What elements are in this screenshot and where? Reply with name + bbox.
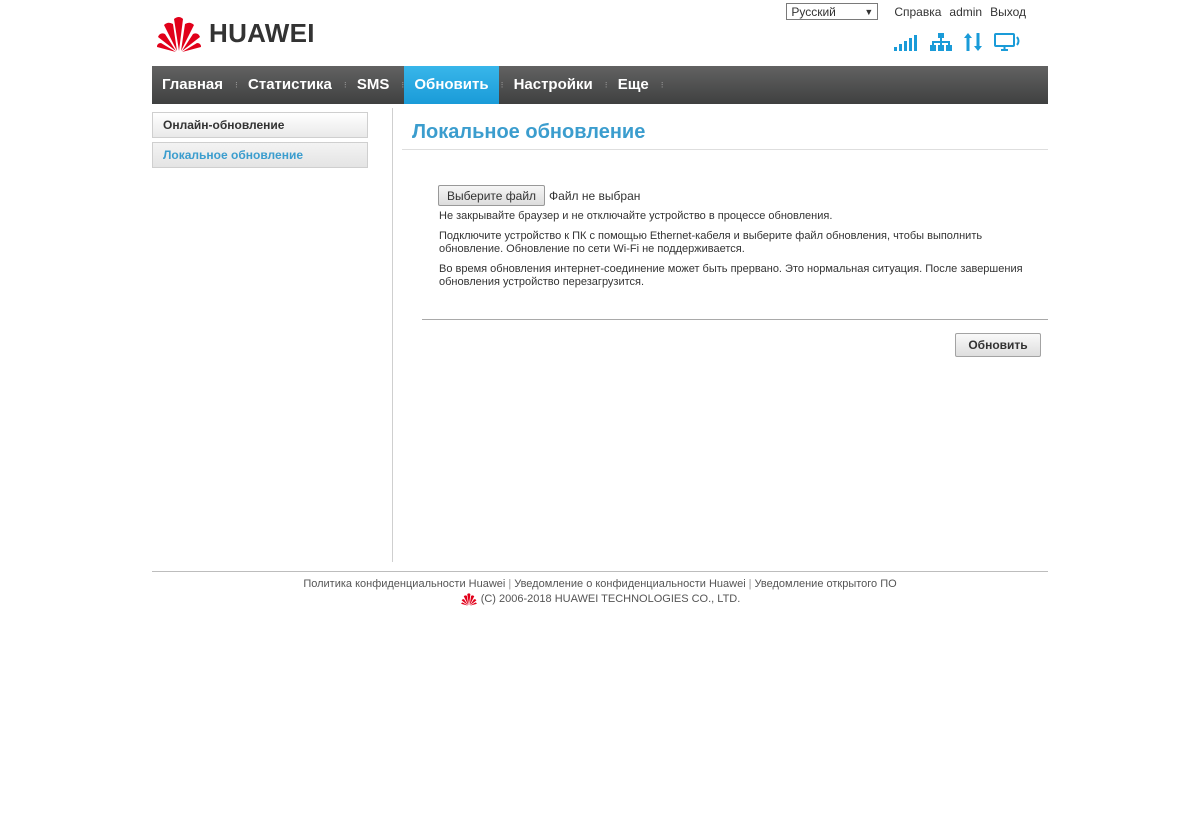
signal-strength-icon[interactable] (894, 35, 918, 51)
nav-item-more[interactable]: Еще (608, 66, 659, 104)
sidebar-item-online-update[interactable]: Онлайн-обновление (152, 112, 368, 138)
pc-connection-icon[interactable] (994, 33, 1022, 51)
user-link[interactable]: admin (949, 5, 982, 19)
note-text: Во время обновления интернет-соединение … (439, 263, 1023, 288)
page-wrapper: HUAWEI Русский ▼ Справка admin Выход Гла… (152, 0, 1048, 606)
footer-separator: | (748, 578, 752, 590)
main-nav: Главная ⁝ Статистика ⁝ SMS ⁝ Обновить ⁝ … (152, 66, 1048, 104)
main-content: Локальное обновление Выберите файл Файл … (402, 112, 1048, 357)
huawei-logo: HUAWEI (156, 12, 315, 54)
ethernet-icon[interactable] (930, 33, 952, 51)
nav-separator: ⁝ (660, 80, 664, 90)
status-icons (894, 33, 1022, 51)
nav-item-statistics[interactable]: Статистика (238, 66, 342, 104)
copyright-text: (C) 2006-2018 HUAWEI TECHNOLOGIES CO., L… (480, 593, 741, 605)
top-links: Русский ▼ Справка admin Выход (786, 3, 1026, 20)
copyright: (C) 2006-2018 HUAWEI TECHNOLOGIES CO., L… (152, 592, 1048, 606)
huawei-flower-icon (157, 17, 201, 52)
chevron-down-icon: ▼ (864, 6, 874, 17)
header: HUAWEI Русский ▼ Справка admin Выход (152, 0, 1048, 66)
footer-divider (152, 571, 1048, 572)
nav-item-sms[interactable]: SMS (347, 66, 400, 104)
file-chooser: Выберите файл Файл не выбран (438, 185, 640, 206)
footer-links: Политика конфиденциальности Huawei | Уведо… (152, 578, 1048, 590)
logo-text: HUAWEI (209, 17, 315, 48)
privacy-notice-link[interactable]: Уведомление о конфиденциальности Huawei (514, 578, 745, 590)
open-source-notice-link[interactable]: Уведомление открытого ПО (755, 578, 897, 590)
footer-separator: | (508, 578, 512, 590)
help-link[interactable]: Справка (894, 5, 941, 19)
note-text: Не закрывайте браузер и не отключайте ус… (439, 210, 833, 222)
language-select[interactable]: Русский ▼ (786, 3, 879, 20)
title-divider (402, 149, 1048, 150)
page-title: Локальное обновление (412, 121, 646, 143)
choose-file-button[interactable]: Выберите файл (438, 185, 546, 206)
update-notes: Не закрывайте браузер и не отключайте ус… (439, 210, 1049, 296)
privacy-policy-link[interactable]: Политика конфиденциальности Huawei (303, 578, 505, 590)
sidebar: Онлайн-обновление Локальное обновление (152, 112, 368, 172)
nav-item-update[interactable]: Обновить (404, 66, 499, 104)
language-select-value: Русский (791, 4, 836, 19)
data-transfer-icon[interactable] (964, 33, 982, 51)
note-text: Подключите устройство к ПК с помощью Eth… (439, 230, 983, 255)
logout-link[interactable]: Выход (990, 5, 1026, 19)
file-status: Файл не выбран (549, 188, 641, 203)
content-divider (422, 319, 1048, 320)
nav-item-home[interactable]: Главная (152, 66, 233, 104)
update-button[interactable]: Обновить (955, 333, 1041, 357)
sidebar-divider (392, 108, 393, 562)
nav-item-settings[interactable]: Настройки (504, 66, 603, 104)
huawei-flower-icon (461, 593, 477, 606)
sidebar-item-local-update[interactable]: Локальное обновление (152, 142, 368, 168)
